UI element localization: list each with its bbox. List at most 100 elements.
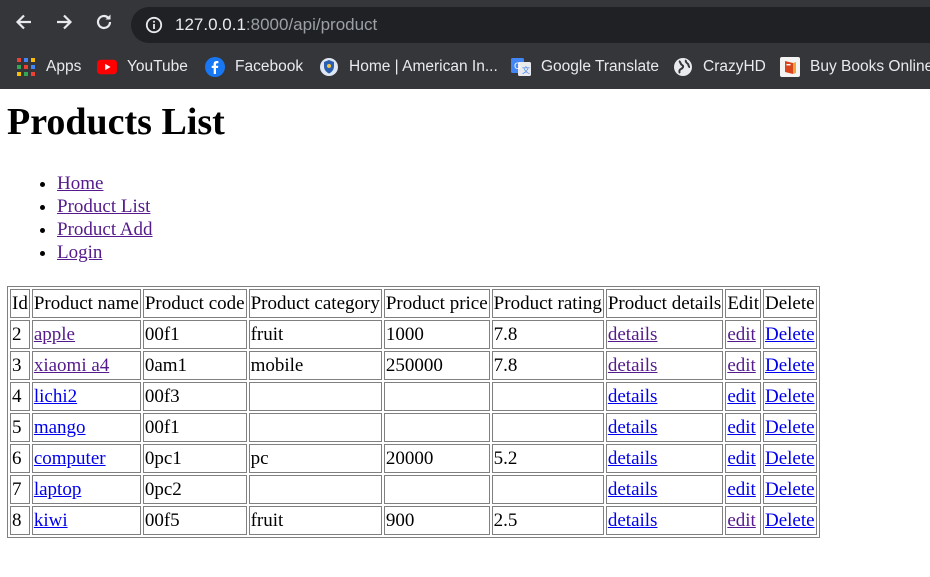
cell-category: fruit: [248, 506, 382, 535]
edit-link[interactable]: edit: [727, 510, 756, 531]
cell-delete: Delete: [762, 444, 817, 473]
delete-link[interactable]: Delete: [765, 479, 815, 500]
details-link[interactable]: details: [608, 479, 658, 500]
nav-link-login[interactable]: Login: [57, 242, 102, 263]
cell-id: 4: [10, 382, 30, 411]
reload-button[interactable]: [89, 7, 119, 37]
cell-price: 1000: [383, 320, 490, 349]
bookmark-youtube[interactable]: YouTube: [97, 44, 188, 89]
cell-edit: edit: [725, 475, 761, 504]
nav-item-home: Home: [57, 172, 153, 195]
svg-text:G: G: [514, 62, 521, 72]
address-url[interactable]: 127.0.0.1:8000/api/product: [175, 15, 377, 35]
cell-details: details: [605, 320, 724, 349]
cell-details: details: [605, 413, 724, 442]
header-delete: Delete: [762, 289, 817, 318]
back-button[interactable]: [9, 7, 39, 37]
bookmark-label: Home | American In...: [349, 57, 498, 75]
bookmark-google-translate[interactable]: G文 Google Translate: [511, 44, 659, 89]
product-name-link[interactable]: laptop: [34, 479, 82, 500]
edit-link[interactable]: edit: [727, 417, 756, 438]
cell-delete: Delete: [762, 413, 817, 442]
table-header-row: Id Product name Product code Product cat…: [10, 289, 817, 318]
product-name-link[interactable]: xiaomi a4: [34, 355, 109, 376]
delete-link[interactable]: Delete: [765, 417, 815, 438]
info-icon[interactable]: [145, 16, 163, 34]
product-name-link[interactable]: kiwi: [34, 510, 68, 531]
cell-category: [248, 413, 382, 442]
bookmark-label: Apps: [46, 57, 82, 75]
nav-item-login: Login: [57, 241, 153, 264]
edit-link[interactable]: edit: [727, 448, 756, 469]
delete-link[interactable]: Delete: [765, 324, 815, 345]
browser-chrome: 127.0.0.1:8000/api/product Apps YouTube: [0, 0, 930, 89]
delete-link[interactable]: Delete: [765, 448, 815, 469]
cell-category: fruit: [248, 320, 382, 349]
details-link[interactable]: details: [608, 510, 658, 531]
cell-price: [383, 382, 490, 411]
page-title: Products List: [7, 101, 225, 143]
header-product-name: Product name: [31, 289, 141, 318]
product-name-link[interactable]: mango: [34, 417, 86, 438]
delete-link[interactable]: Delete: [765, 510, 815, 531]
nav-list: Home Product List Product Add Login: [0, 172, 153, 264]
cell-category: mobile: [248, 351, 382, 380]
table-row: 7 laptop 0pc2 details edit Delete: [10, 475, 817, 504]
cell-delete: Delete: [762, 351, 817, 380]
cell-code: 0pc1: [142, 444, 247, 473]
product-name-link[interactable]: lichi2: [34, 386, 77, 407]
cell-name: lichi2: [31, 382, 141, 411]
details-link[interactable]: details: [608, 448, 658, 469]
delete-link[interactable]: Delete: [765, 355, 815, 376]
header-product-rating: Product rating: [491, 289, 604, 318]
cell-details: details: [605, 444, 724, 473]
details-link[interactable]: details: [608, 386, 658, 407]
google-translate-icon: G文: [511, 57, 531, 77]
globe-icon: [673, 57, 693, 77]
product-name-link[interactable]: computer: [34, 448, 106, 469]
nav-link-product-add[interactable]: Product Add: [57, 219, 153, 240]
edit-link[interactable]: edit: [727, 355, 756, 376]
forward-button[interactable]: [49, 7, 79, 37]
bookmark-apps[interactable]: Apps: [16, 44, 81, 89]
delete-link[interactable]: Delete: [765, 386, 815, 407]
edit-link[interactable]: edit: [727, 386, 756, 407]
cell-price: 250000: [383, 351, 490, 380]
nav-link-product-list[interactable]: Product List: [57, 196, 150, 217]
bookmark-facebook[interactable]: Facebook: [205, 44, 303, 89]
details-link[interactable]: details: [608, 417, 658, 438]
details-link[interactable]: details: [608, 324, 658, 345]
edit-link[interactable]: edit: [727, 324, 756, 345]
cell-details: details: [605, 351, 724, 380]
header-edit: Edit: [725, 289, 761, 318]
cell-price: [383, 475, 490, 504]
bookmark-crazyhd[interactable]: CrazyHD: [673, 44, 766, 89]
bookmark-label: Buy Books Online: [810, 57, 930, 75]
cell-price: [383, 413, 490, 442]
table-row: 2 apple 00f1 fruit 1000 7.8 details edit…: [10, 320, 817, 349]
cell-name: xiaomi a4: [31, 351, 141, 380]
products-table: Id Product name Product code Product cat…: [7, 286, 820, 538]
bookmark-american-in[interactable]: Home | American In...: [319, 44, 498, 89]
nav-link-home[interactable]: Home: [57, 173, 103, 194]
url-path: :8000/api/product: [245, 15, 378, 34]
cell-edit: edit: [725, 351, 761, 380]
cell-rating: [491, 413, 604, 442]
product-name-link[interactable]: apple: [34, 324, 75, 345]
svg-text:文: 文: [522, 65, 530, 75]
url-host: 127.0.0.1: [175, 15, 246, 34]
arrow-left-icon: [15, 14, 31, 30]
cell-delete: Delete: [762, 382, 817, 411]
book-icon: [780, 56, 800, 77]
cell-rating: [491, 382, 604, 411]
cell-id: 8: [10, 506, 30, 535]
details-link[interactable]: details: [608, 355, 658, 376]
header-product-code: Product code: [142, 289, 247, 318]
address-bar[interactable]: 127.0.0.1:8000/api/product: [131, 7, 930, 43]
cell-rating: 2.5: [491, 506, 604, 535]
bookmark-buy-books-online[interactable]: Buy Books Online: [780, 44, 930, 89]
cell-code: 00f1: [142, 320, 247, 349]
cell-id: 2: [10, 320, 30, 349]
cell-category: [248, 382, 382, 411]
edit-link[interactable]: edit: [727, 479, 756, 500]
